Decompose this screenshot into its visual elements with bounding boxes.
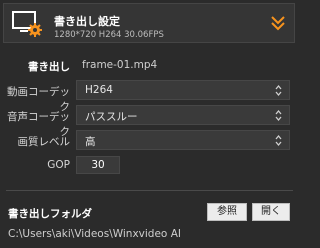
audio-codec-select[interactable]: パススルー bbox=[76, 105, 290, 125]
gop-label: GOP bbox=[47, 159, 70, 171]
double-chevron-down-icon[interactable] bbox=[270, 15, 286, 31]
updown-arrow-icon bbox=[275, 109, 282, 122]
audio-codec-value: パススルー bbox=[85, 111, 138, 123]
video-codec-value: H264 bbox=[85, 84, 113, 96]
settings-title: 書き出し設定 bbox=[54, 15, 120, 28]
video-codec-select[interactable]: H264 bbox=[76, 80, 290, 100]
monitor-gear-icon bbox=[12, 11, 42, 37]
section-divider bbox=[6, 190, 293, 191]
export-settings-header[interactable]: 書き出し設定 1280*720 H264 30.06FPS bbox=[3, 3, 295, 43]
video-spec-text: 1280*720 H264 30.06FPS bbox=[54, 30, 164, 40]
export-label: 書き出し bbox=[28, 61, 70, 73]
updown-arrow-icon bbox=[275, 84, 282, 97]
browse-button[interactable]: 参照 bbox=[207, 203, 247, 221]
quality-level-label: 画質レベル bbox=[17, 136, 71, 148]
gop-input[interactable]: 30 bbox=[76, 156, 120, 174]
open-folder-button[interactable]: 開く bbox=[252, 203, 290, 221]
export-folder-label: 書き出しフォルダ bbox=[8, 208, 92, 220]
export-filename[interactable]: frame-01.mp4 bbox=[82, 59, 157, 71]
updown-arrow-icon bbox=[275, 134, 282, 147]
quality-level-select[interactable]: 高 bbox=[76, 130, 290, 150]
quality-level-value: 高 bbox=[85, 136, 96, 148]
export-folder-path: C:\Users\aki\Videos\Winxvideo AI bbox=[8, 228, 181, 240]
